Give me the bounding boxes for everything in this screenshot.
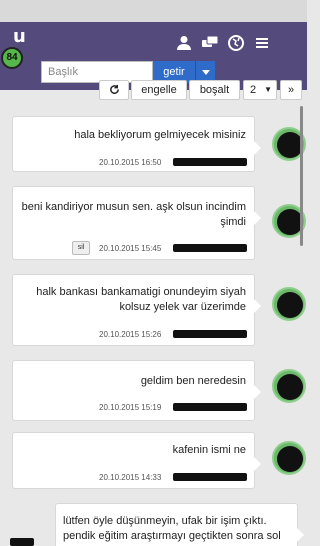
message-card: hala bekliyorum gelmiyecek misiniz 20.10… xyxy=(12,116,261,172)
message-date: 20.10.2015 16:50 xyxy=(99,158,162,167)
next-page-button[interactable]: » xyxy=(280,80,302,100)
message-text: halk bankası bankamatigi onundeyim siyah… xyxy=(36,286,246,313)
message-text: beni kandiriyor musun sen. aşk olsun inc… xyxy=(21,201,246,228)
redacted-sender xyxy=(173,330,247,338)
globe-icon[interactable] xyxy=(227,34,245,52)
message-date: 20.10.2015 15:19 xyxy=(99,403,162,412)
page-select-value: 2 xyxy=(250,84,257,96)
message-date: 20.10.2015 15:26 xyxy=(99,330,162,339)
message-card: geldim ben neredesin 20.10.2015 15:19 xyxy=(12,360,261,421)
redacted-sender xyxy=(173,473,247,481)
redacted-sender-avatar xyxy=(10,538,34,546)
message-date: 20.10.2015 14:33 xyxy=(99,473,162,482)
user-icon[interactable] xyxy=(175,34,193,52)
sender-avatar[interactable] xyxy=(272,369,306,403)
app-logo[interactable]: u xyxy=(13,28,26,46)
notification-count-badge[interactable]: 84 xyxy=(1,47,23,69)
message-date: 20.10.2015 15:45 xyxy=(99,244,162,253)
sender-avatar[interactable] xyxy=(272,287,306,321)
message-card: halk bankası bankamatigi onundeyim siyah… xyxy=(12,274,261,346)
message-text: kafenin ismi ne xyxy=(172,444,246,456)
message-text: hala bekliyorum gelmiyecek misiniz xyxy=(74,129,246,141)
block-button[interactable]: engelle xyxy=(131,80,187,100)
refresh-icon xyxy=(109,84,119,94)
redacted-sender xyxy=(173,244,247,252)
page-select[interactable]: 2 ▼ xyxy=(243,80,277,100)
delete-button[interactable]: sil xyxy=(72,241,90,255)
messages-icon[interactable] xyxy=(201,34,219,52)
scrollbar[interactable] xyxy=(300,106,303,246)
message-card: beni kandiriyor musun sen. aşk olsun inc… xyxy=(12,186,261,260)
message-text: lütfen öyle düşünmeyin, ufak bir işim çı… xyxy=(63,515,281,546)
redacted-sender xyxy=(173,403,247,411)
status-bar xyxy=(0,0,307,22)
redacted-sender xyxy=(173,158,247,166)
empty-button[interactable]: boşalt xyxy=(189,80,240,100)
sender-avatar[interactable] xyxy=(272,441,306,475)
menu-icon[interactable] xyxy=(253,34,271,52)
message-card: lütfen öyle düşünmeyin, ufak bir işim çı… xyxy=(55,503,304,546)
message-text: geldim ben neredesin xyxy=(140,375,246,387)
message-card: kafenin ismi ne 20.10.2015 14:33 xyxy=(12,432,261,489)
chevron-down-icon: ▼ xyxy=(264,85,272,94)
refresh-button[interactable] xyxy=(99,80,129,100)
